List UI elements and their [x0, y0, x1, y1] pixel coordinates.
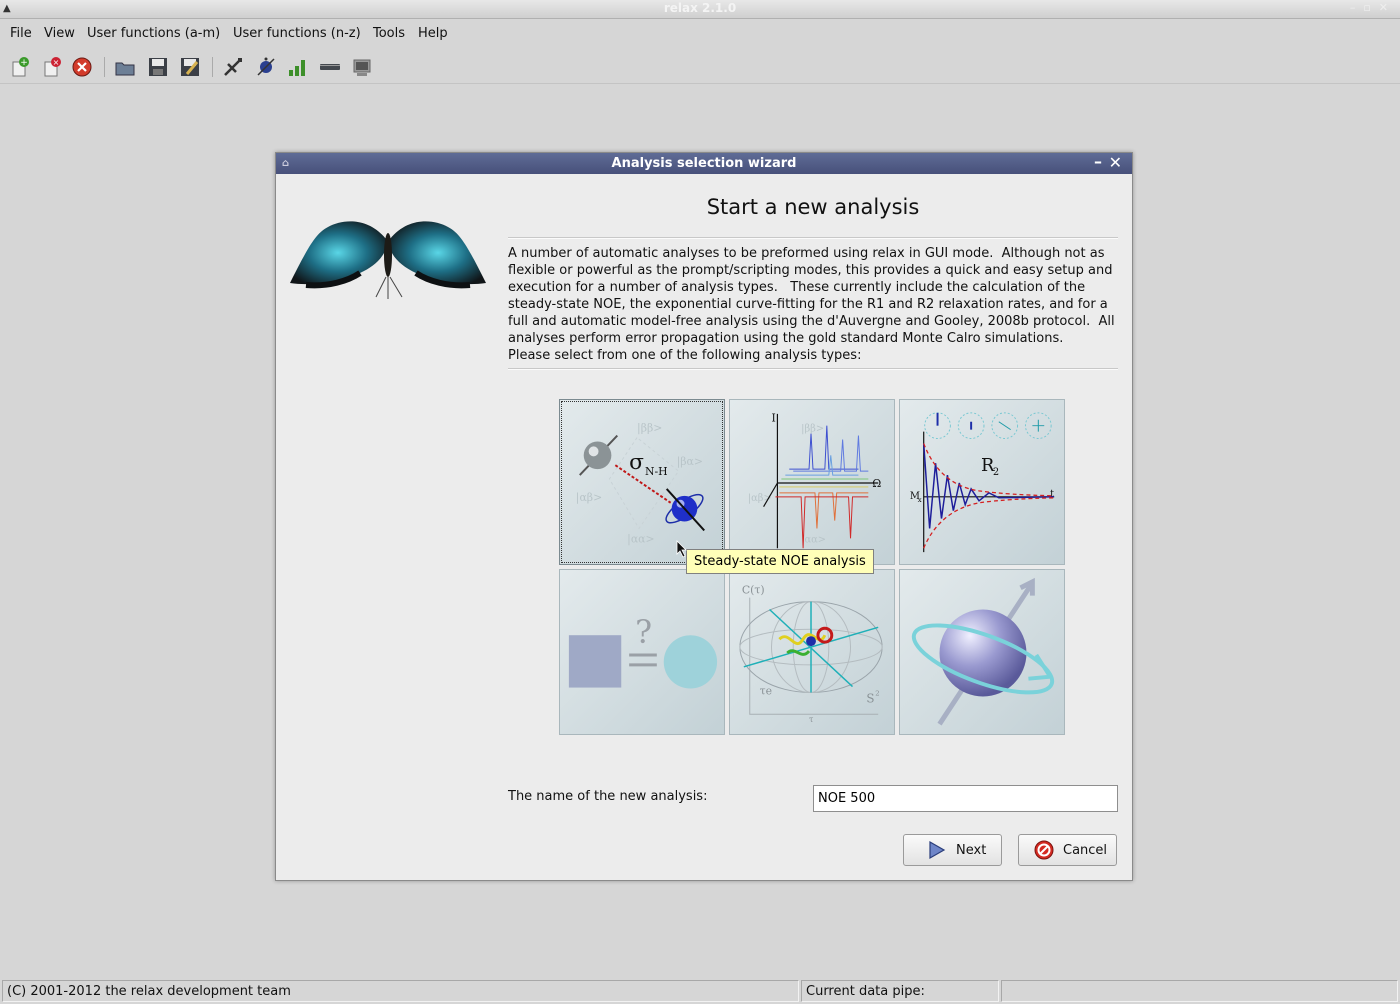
menubar: File View User functions (a-m) User func…: [0, 19, 1400, 48]
no-entry-icon: [1033, 839, 1055, 861]
svg-text:C(τ): C(τ): [742, 584, 765, 597]
consistency-test-button[interactable]: ?: [559, 569, 725, 735]
svg-text:|αβ>: |αβ>: [576, 491, 602, 504]
menu-file[interactable]: File: [10, 26, 32, 41]
current-pipe-status: Current data pipe:: [801, 980, 999, 1002]
model-free-analysis-button[interactable]: C(τ) τe S 2 τ: [729, 569, 895, 735]
wizard-description: A number of automatic analyses to be pre…: [508, 246, 1115, 363]
new-analysis-icon[interactable]: +: [8, 55, 32, 79]
svg-text:I: I: [771, 412, 775, 425]
noe-analysis-button[interactable]: |ββ> |βα> |αβ> |αα> σ N-H: [559, 399, 725, 565]
close-all-icon[interactable]: [70, 55, 94, 79]
svg-text:+: +: [20, 58, 28, 68]
analysis-wizard-dialog: ⌂ Analysis selection wizard – ✕ Start a …: [275, 152, 1133, 881]
tile-tooltip: Steady-state NOE analysis: [686, 549, 874, 574]
spin-viewer-icon[interactable]: [221, 55, 245, 79]
pipe-editor-icon[interactable]: [318, 55, 342, 79]
dialog-titlebar: ⌂ Analysis selection wizard – ✕: [276, 151, 1132, 174]
svg-text:|ββ>: |ββ>: [801, 424, 824, 435]
dialog-menu-icon[interactable]: ⌂: [282, 153, 289, 174]
wizard-heading: Start a new analysis: [706, 195, 920, 219]
cancel-button-label: Cancel: [1063, 842, 1108, 858]
mouse-cursor-icon: [676, 540, 687, 558]
window-controls[interactable]: –▫✕: [1350, 1, 1396, 14]
minimize-icon[interactable]: –: [1094, 151, 1102, 172]
next-button[interactable]: Next: [903, 834, 1002, 866]
window-title: relax 2.1.0: [663, 1, 737, 15]
close-icon[interactable]: ✕: [1109, 152, 1122, 173]
dialog-title: Analysis selection wizard: [611, 156, 797, 171]
prompt-icon[interactable]: [350, 55, 374, 79]
play-arrow-icon: [926, 839, 948, 861]
menu-user-functions-n-z[interactable]: User functions (n-z): [233, 26, 361, 41]
menu-help[interactable]: Help: [418, 26, 448, 41]
next-button-label: Next: [956, 842, 987, 858]
relax-butterfly-logo: [288, 215, 488, 305]
svg-text:N-H: N-H: [645, 465, 668, 478]
svg-text:σ: σ: [629, 450, 644, 475]
analysis-name-input[interactable]: [813, 785, 1118, 812]
menu-user-functions-a-m[interactable]: User functions (a-m): [87, 26, 220, 41]
svg-text:|αα>: |αα>: [801, 534, 826, 545]
relax-spin-tile[interactable]: [899, 569, 1065, 735]
save-as-icon[interactable]: [178, 55, 202, 79]
svg-text:|αα>: |αα>: [627, 532, 654, 545]
menu-view[interactable]: View: [44, 26, 75, 41]
analysis-name-label: The name of the new analysis:: [508, 789, 708, 804]
svg-text:2: 2: [875, 689, 879, 697]
cancel-button[interactable]: Cancel: [1018, 834, 1117, 866]
svg-text:|βα>: |βα>: [677, 455, 703, 468]
toolbar: + ×: [0, 49, 1400, 84]
svg-text:×: ×: [53, 58, 60, 67]
divider: [508, 368, 1118, 370]
svg-text:?: ?: [635, 615, 652, 651]
copyright-status: (C) 2001-2012 the relax development team: [2, 980, 799, 1002]
svg-text:τe: τe: [760, 684, 772, 697]
svg-text:S: S: [866, 691, 874, 705]
svg-text:2: 2: [993, 467, 999, 478]
svg-text:x: x: [918, 496, 922, 504]
results-icon[interactable]: [286, 55, 310, 79]
close-analysis-icon[interactable]: ×: [40, 55, 64, 79]
r2-analysis-button[interactable]: R 2 M x t: [899, 399, 1065, 565]
save-icon[interactable]: [146, 55, 170, 79]
svg-text:τ: τ: [809, 715, 814, 724]
molecule-icon[interactable]: [254, 55, 278, 79]
statusbar: (C) 2001-2012 the relax development team…: [0, 978, 1400, 1004]
menu-tools[interactable]: Tools: [373, 26, 405, 41]
window-titlebar: ▲ relax 2.1.0 –▫✕: [0, 0, 1400, 19]
open-icon[interactable]: [113, 55, 137, 79]
status-field: [1001, 980, 1398, 1002]
divider: [508, 237, 1118, 239]
r1-analysis-button[interactable]: I Ω |ββ> |αβ> |αα>: [729, 399, 895, 565]
svg-text:|ββ>: |ββ>: [637, 422, 662, 435]
